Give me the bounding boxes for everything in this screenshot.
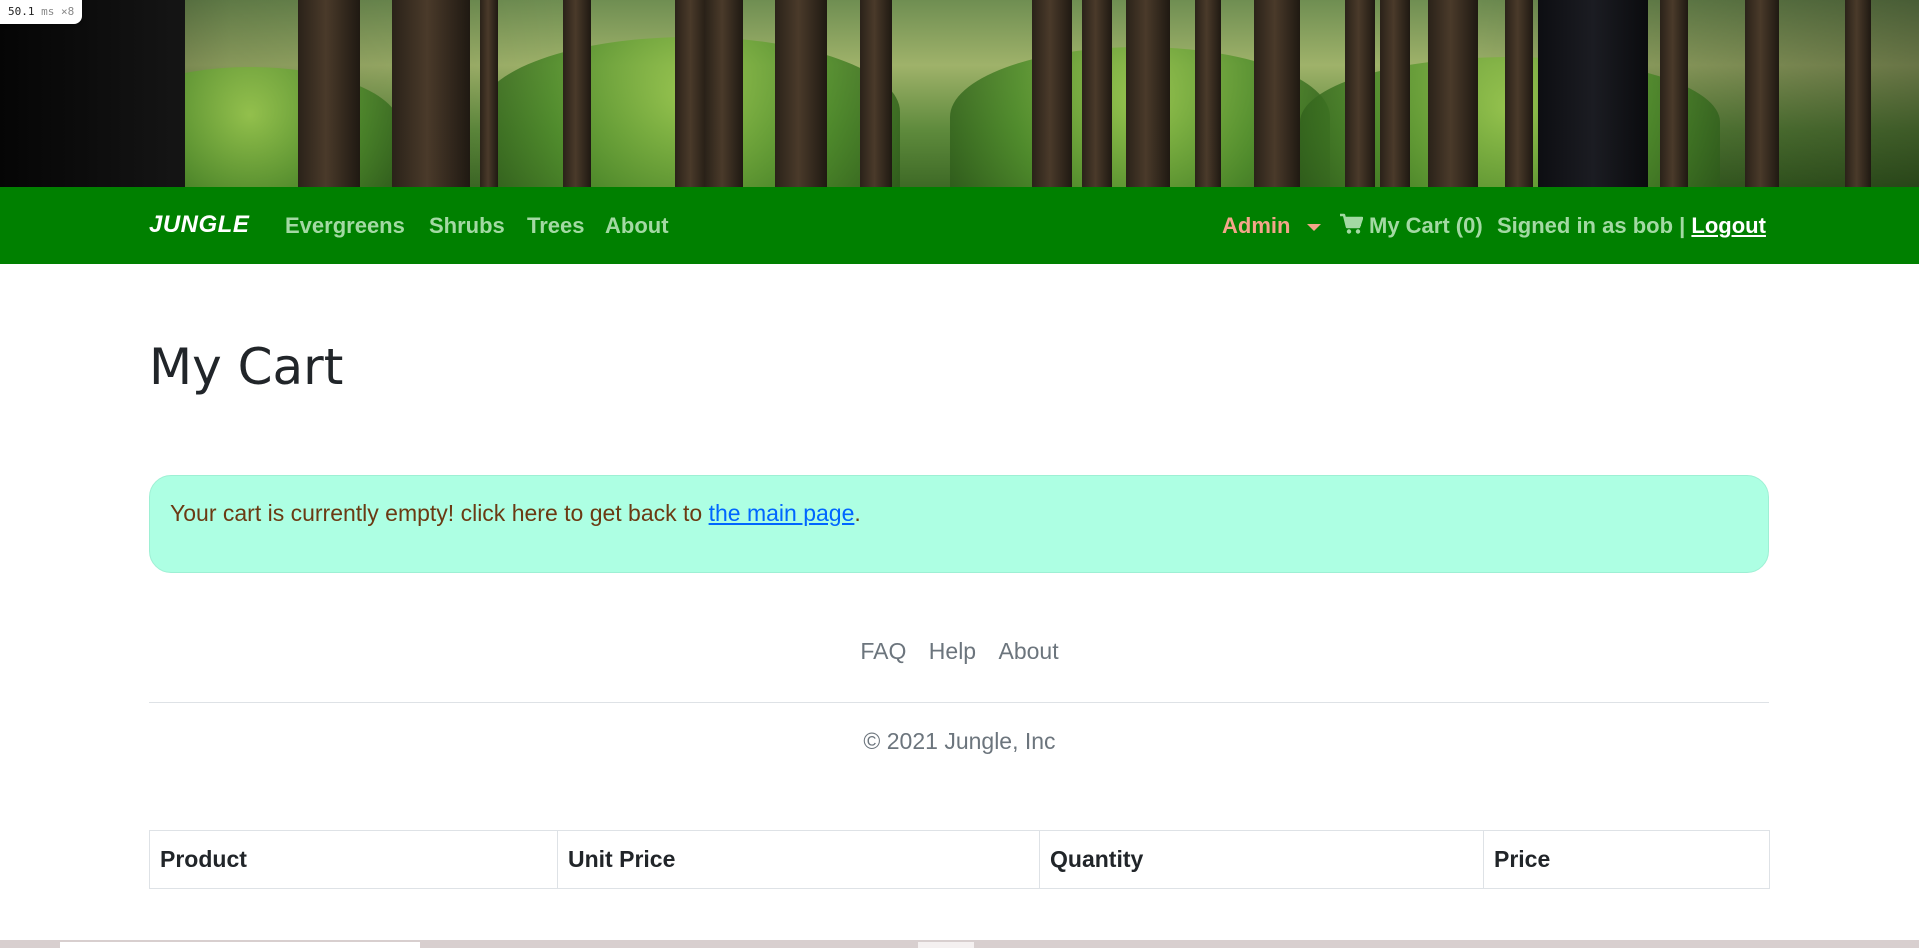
empty-cart-alert: Your cart is currently empty! click here… <box>149 475 1769 573</box>
my-cart-label: My Cart (0) <box>1369 213 1483 238</box>
footer-link-about[interactable]: About <box>999 638 1059 664</box>
alert-text: Your cart is currently empty! click here… <box>170 500 703 526</box>
nav-link-about[interactable]: About <box>605 213 669 239</box>
page: 50.1 ms ×8 JUNGLE Evergreens Shrubs Tree… <box>0 0 1919 948</box>
admin-label: Admin <box>1222 213 1291 238</box>
cart-table: Product Unit Price Quantity Price <box>149 830 1770 889</box>
column-header-product: Product <box>149 830 558 889</box>
column-header-unit-price: Unit Price <box>557 830 1040 889</box>
nav-link-evergreens[interactable]: Evergreens <box>285 213 405 239</box>
footer-nav: FAQ Help About <box>0 638 1919 665</box>
logout-link[interactable]: Logout <box>1691 213 1766 238</box>
nav-link-shrubs[interactable]: Shrubs <box>429 213 505 239</box>
shopping-cart-icon <box>1340 213 1363 234</box>
copyright-text: © 2021 Jungle, Inc <box>863 728 1056 754</box>
caret-down-icon <box>1306 223 1321 231</box>
column-header-quantity: Quantity <box>1039 830 1484 889</box>
bottom-strip <box>0 940 1919 948</box>
main-page-link[interactable]: the main page <box>709 500 855 526</box>
perf-unit: ms ×8 <box>41 5 75 18</box>
my-cart-link[interactable]: My Cart (0) <box>1339 213 1483 239</box>
table-header-row: Product Unit Price Quantity Price <box>149 830 1770 889</box>
column-header-price: Price <box>1483 830 1770 889</box>
nav-link-trees[interactable]: Trees <box>527 213 585 239</box>
navbar: JUNGLE Evergreens Shrubs Trees About Adm… <box>0 187 1919 264</box>
footer-link-help[interactable]: Help <box>929 638 976 664</box>
hero-banner-image <box>0 0 1919 187</box>
alert-period: . <box>854 500 861 526</box>
perf-value: 50.1 <box>8 5 35 18</box>
signed-in-status: Signed in as bob | Logout <box>1497 213 1766 239</box>
brand-logo-link[interactable]: JUNGLE <box>149 211 249 239</box>
page-title: My Cart <box>149 338 344 396</box>
signed-in-text: Signed in as bob | <box>1497 213 1686 238</box>
footer-divider <box>149 702 1769 703</box>
footer-link-faq[interactable]: FAQ <box>860 638 906 664</box>
perf-badge: 50.1 ms ×8 <box>0 0 83 24</box>
admin-dropdown-toggle[interactable]: Admin <box>1222 213 1321 239</box>
